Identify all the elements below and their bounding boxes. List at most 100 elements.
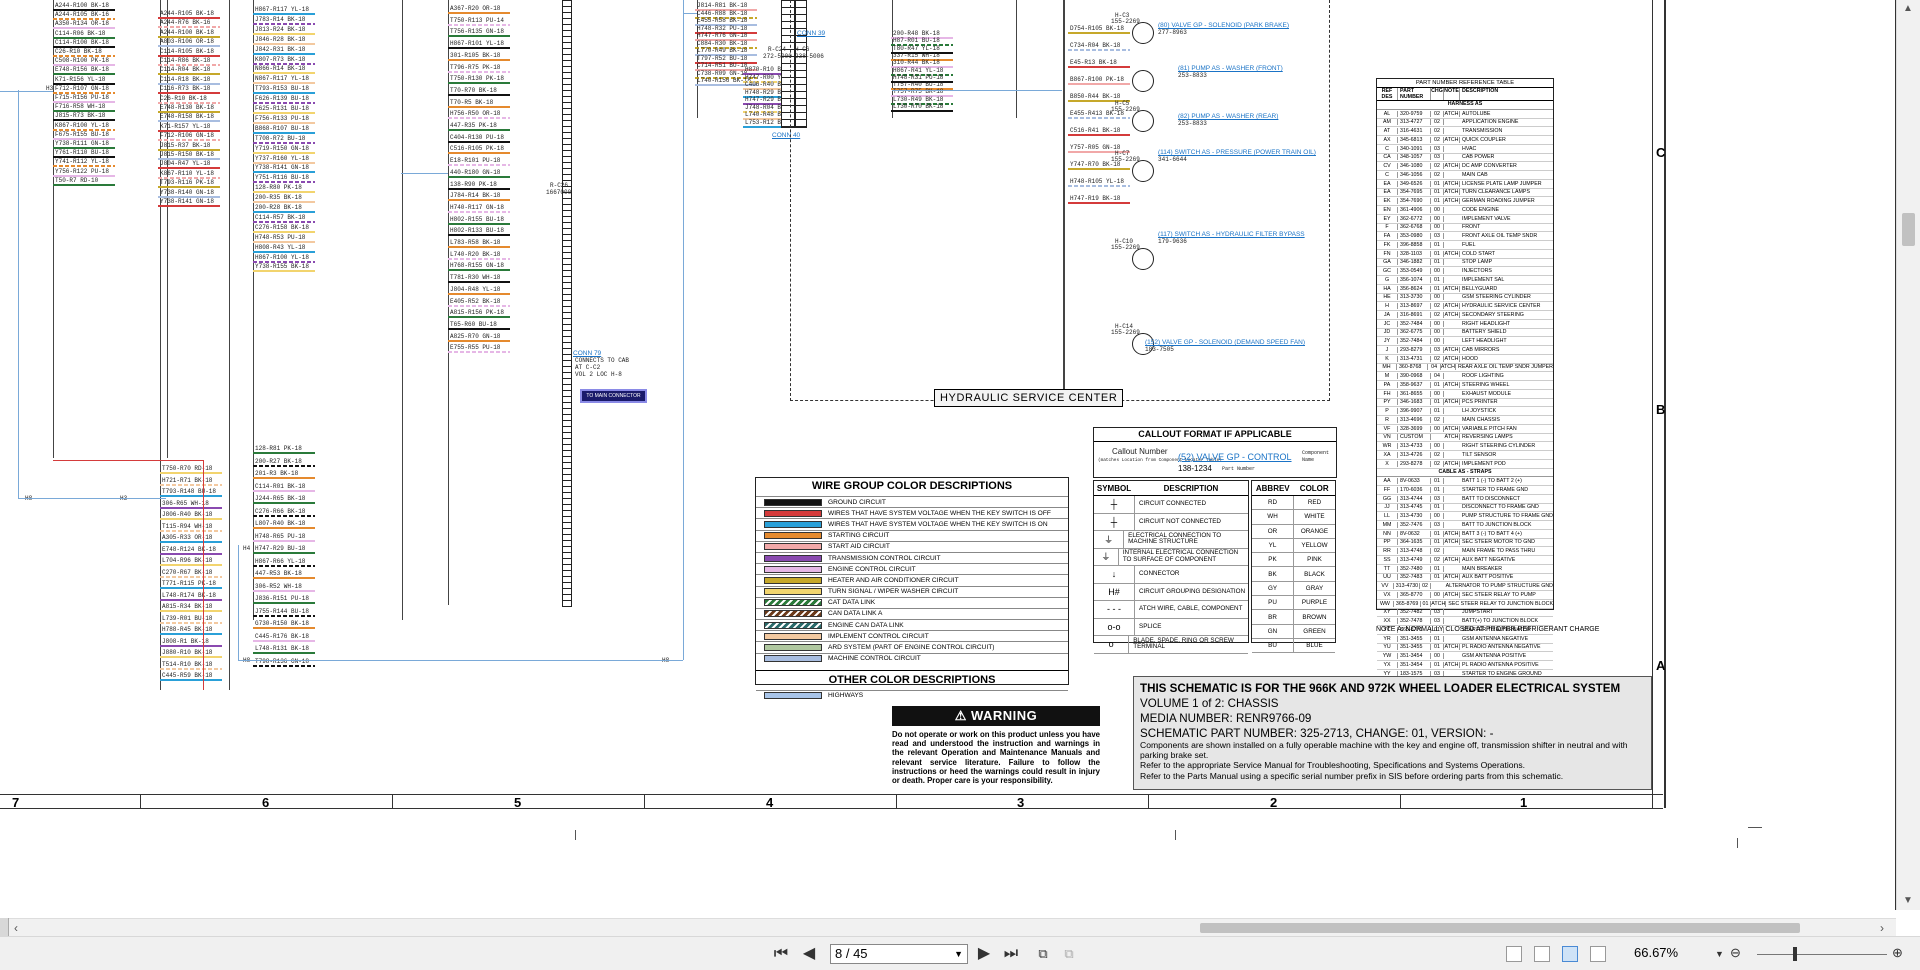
part-table-cell: CUSTOM xyxy=(1398,434,1431,441)
first-page-icon[interactable]: ⏮ xyxy=(770,944,792,964)
other-color-title: OTHER COLOR DESCRIPTIONS xyxy=(756,669,1068,686)
part-table-cell: ROOF LIGHTING xyxy=(1462,373,1504,380)
zoom-out-icon[interactable]: ⊖ xyxy=(1730,945,1741,961)
conn-79-link[interactable]: CONN 79 xyxy=(573,350,601,357)
zoom-dropdown-icon[interactable]: ▼ xyxy=(1715,949,1724,959)
symbol-row: - - - ATCH WIRE, CABLE, COMPONENT xyxy=(1094,601,1248,619)
wire-label: 447-R35 PK-18 xyxy=(450,122,497,129)
scroll-right-icon[interactable]: › xyxy=(1880,921,1884,935)
panel-handle[interactable] xyxy=(0,918,9,936)
part-table-cell: SEC STEER MOTOR TO GND xyxy=(1462,539,1535,546)
part-table-cell: 8V-0633 xyxy=(1398,478,1431,485)
part-table-cell: 03 xyxy=(1431,233,1444,240)
vertical-scrollbar[interactable]: ▲ ▼ xyxy=(1896,0,1920,910)
part-table-cell: ATCH xyxy=(1431,600,1447,607)
copy-page-icon[interactable]: ⧉ xyxy=(1058,944,1080,964)
wire-label: C508-R100 PK-18 xyxy=(55,57,110,65)
scroll-thumb[interactable] xyxy=(1902,213,1915,246)
part-table-cell: 328-1103 xyxy=(1398,250,1431,257)
part-table-cell: SS xyxy=(1377,556,1398,563)
wire-label: A244-R105 BK-18 xyxy=(160,10,215,17)
component-link[interactable]: (81) PUMP AS - WASHER (FRONT) xyxy=(1178,65,1283,72)
color-swatch xyxy=(764,520,822,528)
zoom-level[interactable]: 66.67% xyxy=(1634,945,1678,960)
zoom-in-icon[interactable]: ⊕ xyxy=(1892,945,1903,961)
part-table-cell: JJ xyxy=(1377,504,1398,511)
wire-label: T793-R148 BU-18 xyxy=(162,488,217,495)
page-number-input[interactable]: 8 / 45 ▼ xyxy=(830,944,968,964)
part-table-cell: 02 xyxy=(1431,163,1444,170)
abbrev-row: BK BLACK xyxy=(1252,567,1335,582)
part-table-row: FH 361-8655 00 EXHAUST MODULE xyxy=(1377,390,1553,399)
component-link[interactable]: (82) PUMP AS - WASHER (REAR) xyxy=(1178,113,1278,120)
wire-segment xyxy=(448,175,510,178)
wire-label: C26-R10 BK-18 xyxy=(160,94,207,102)
part-table-cell: 346-1683 xyxy=(1398,399,1431,406)
other-color-row: HIGHWAYS xyxy=(756,689,1068,701)
scroll-up-icon[interactable]: ▲ xyxy=(1903,3,1913,14)
battery-wire xyxy=(203,460,204,690)
part-table-cell: 01 xyxy=(1431,408,1444,415)
component-link[interactable]: (117) SWITCH AS - HYDRAULIC FILTER BYPAS… xyxy=(1158,231,1305,238)
wire-segment xyxy=(253,502,315,504)
part-table-row: JD 362-6775 00 BATTERY SHIELD xyxy=(1377,329,1553,338)
wire-label: A244-R100 BK-18 xyxy=(160,28,215,36)
column-ruler xyxy=(0,794,1663,795)
part-table-cell: STARTER TO FRAME GND xyxy=(1462,486,1529,493)
part-table-cell: 396-8858 xyxy=(1398,241,1431,248)
wire-label: J755-R144 BU-18 xyxy=(255,607,310,615)
last-page-icon[interactable]: ⏭ xyxy=(1000,944,1022,964)
color-swatch xyxy=(764,588,822,596)
two-page-view-icon[interactable] xyxy=(1562,946,1578,962)
column-divider xyxy=(1400,794,1401,808)
part-table-cell: HE xyxy=(1377,294,1398,301)
section-header: CABLE AS - STRAPS xyxy=(1377,469,1553,478)
title-line: THIS SCHEMATIC IS FOR THE 966K AND 972K … xyxy=(1140,682,1621,695)
component-link[interactable]: (114) SWITCH AS - PRESSURE (POWER TRAIN … xyxy=(1158,149,1316,156)
symbol-description: CIRCUIT NOT CONNECTED xyxy=(1139,517,1221,525)
insert-page-icon[interactable]: ⧉ xyxy=(1032,944,1054,964)
part-table-cell: 03 xyxy=(1431,495,1444,502)
part-table-cell: YR xyxy=(1377,635,1398,642)
scroll-down-icon[interactable]: ▼ xyxy=(1903,895,1913,906)
to-main-connector-button[interactable]: TO MAIN CONNECTOR xyxy=(580,389,647,403)
abbrev-color: RED xyxy=(1307,499,1322,507)
part-table-cell: 354-7695 xyxy=(1398,189,1431,196)
wire-segment xyxy=(448,164,510,167)
previous-page-icon[interactable]: ◀ xyxy=(798,944,820,964)
wire-label: C445-R176 BK-18 xyxy=(255,632,310,640)
component-link[interactable]: (80) VALVE GP - SOLENOID (PARK BRAKE) xyxy=(1158,22,1289,29)
part-table-row: JC 352-7484 00 RIGHT HEADLIGHT xyxy=(1377,320,1553,329)
page-dropdown-icon[interactable]: ▼ xyxy=(954,945,963,963)
zoom-slider-thumb[interactable] xyxy=(1793,947,1798,961)
horizontal-scrollbar[interactable]: ‹ › xyxy=(0,918,1896,937)
abbrev-color: ORANGE xyxy=(1300,527,1329,535)
part-table-cell: 02 xyxy=(1431,556,1444,563)
part-table-cell: 01 xyxy=(1431,250,1444,257)
component-link[interactable]: (152) VALVE GP - SOLENOID (DEMAND SPEED … xyxy=(1145,339,1305,346)
single-page-view-icon[interactable] xyxy=(1506,946,1522,962)
next-page-icon[interactable]: ▶ xyxy=(973,944,995,964)
scroll-thumb[interactable] xyxy=(1200,923,1800,933)
part-table-cell: VX xyxy=(1377,591,1398,598)
part-table-header: REF DES xyxy=(1377,88,1398,100)
part-table-cell: 04 xyxy=(1428,364,1441,371)
wire-group-label: ARD SYSTEM (PART OF ENGINE CONTROL CIRCU… xyxy=(828,644,995,652)
column-divider xyxy=(644,794,645,808)
part-table-row: VV 313-4730 02 ALTERNATOR TO PUMP STRUCTURE… xyxy=(1377,582,1553,591)
part-table-cell: EY xyxy=(1377,215,1398,222)
wire-label: H788-R45 BK-18 xyxy=(162,626,213,633)
part-table-cell: ATCH xyxy=(1444,346,1460,353)
two-page-continuous-view-icon[interactable] xyxy=(1590,946,1606,962)
part-table-row: AM 313-4727 02 APPLICATION ENGINE xyxy=(1377,119,1553,128)
scroll-left-icon[interactable]: ‹ xyxy=(14,921,18,935)
part-table-cell: YU xyxy=(1377,644,1398,651)
abbrev-row: PK PINK xyxy=(1252,553,1335,568)
part-table-cell: ATCH xyxy=(1444,198,1460,205)
wire-segment xyxy=(253,141,315,144)
part-table-cell: IMPLEMENT POD xyxy=(1462,460,1506,467)
part-table-cell: 313-4696 xyxy=(1398,416,1431,423)
continuous-view-icon[interactable] xyxy=(1534,946,1550,962)
symbol-glyph: H# xyxy=(1094,583,1135,600)
zoom-slider[interactable] xyxy=(1757,954,1887,955)
